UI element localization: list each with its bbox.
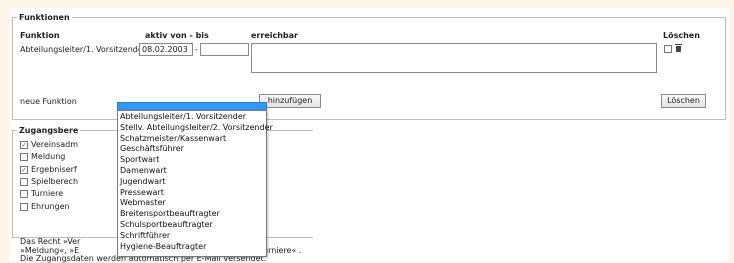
aktiv-bis-input[interactable]	[200, 43, 249, 56]
dropdown-option[interactable]: Stellv. Abteilungsleiter/2. Vorsitzender	[118, 123, 273, 134]
funktion-name: Abteilungsleiter/1. Vorsitzender	[20, 45, 147, 54]
header-erreichbar: erreichbar	[251, 31, 298, 40]
dropdown-option[interactable]: Abteilungsleiter/1. Vorsitzender	[118, 112, 266, 123]
aktiv-von-input[interactable]: 08.02.2003	[139, 43, 193, 56]
funktionen-legend: Funktionen	[19, 13, 70, 22]
right-checkbox[interactable]	[20, 153, 28, 162]
neue-funktion-label: neue Funktion	[20, 97, 77, 106]
dropdown-option[interactable]: Schatzmeister/Kassenwart	[118, 134, 266, 145]
header-aktiv: aktiv von - bis	[145, 31, 209, 40]
erreichbar-textarea[interactable]	[251, 43, 657, 73]
right-label: Vereinsadm	[31, 140, 79, 149]
dropdown-option[interactable]: Hygiene-Beauftragter	[118, 242, 266, 253]
right-checkbox[interactable]: ✓	[20, 165, 28, 174]
header-loeschen: Löschen	[663, 31, 700, 40]
header-funktion: Funktion	[20, 31, 60, 40]
main-panel: Funktionen Funktion aktiv von - bis erre…	[9, 8, 729, 263]
note-line1: Das Recht »Ver	[20, 237, 81, 246]
right-label: Meldung	[31, 152, 66, 162]
neue-funktion-dropdown-list: Abteilungsleiter/1. Vorsitzender Stellv. …	[117, 110, 273, 257]
dropdown-option[interactable]: Jugendwart	[118, 177, 266, 188]
right-label: Spielberech	[31, 176, 79, 186]
right-checkbox[interactable]: ✓	[20, 141, 28, 149]
note-line2-end: urniere« .	[263, 246, 302, 255]
right-checkbox[interactable]	[20, 190, 28, 199]
dropdown-option[interactable]: Geschäftsführer	[118, 144, 266, 155]
dropdown-option[interactable]: Pressewart	[118, 188, 266, 199]
dropdown-option[interactable]: Sportwart	[118, 155, 266, 166]
dropdown-option[interactable]: Webmaster	[118, 198, 266, 209]
right-label: Ergebniserf	[31, 164, 77, 174]
right-label: Ehrungen	[31, 201, 70, 211]
dropdown-option[interactable]: Schulsportbeauftragter	[118, 220, 266, 231]
right-label: Turniere	[31, 189, 64, 199]
trash-icon[interactable]	[675, 44, 682, 52]
loeschen-button[interactable]: Löschen	[661, 94, 706, 108]
date-separator: -	[195, 45, 198, 54]
dropdown-option[interactable]: Breitensportbeauftragter	[118, 209, 266, 220]
dropdown-option[interactable]: Schriftführer	[118, 231, 266, 242]
zugang-legend: Zugangsbere	[19, 126, 79, 135]
right-checkbox[interactable]	[20, 177, 28, 186]
loeschen-checkbox[interactable]	[664, 45, 672, 53]
right-checkbox[interactable]	[20, 202, 28, 211]
dropdown-option[interactable]: Damenwart	[118, 166, 266, 177]
hinzufuegen-button[interactable]: hinzufügen	[259, 94, 321, 108]
